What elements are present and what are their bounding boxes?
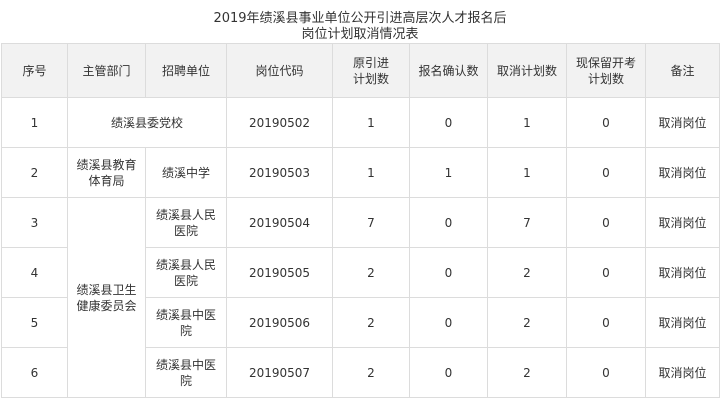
cell-plan: 1 bbox=[332, 97, 410, 148]
cell-seq: 6 bbox=[1, 347, 68, 398]
cell-remark: 取消岗位 bbox=[645, 97, 720, 148]
cell-cancelled: 2 bbox=[487, 347, 567, 398]
cancellation-table: 序号 主管部门 招聘单位 岗位代码 原引进 计划数 报名确认数 取消计划数 现保… bbox=[1, 43, 720, 398]
cell-seq: 2 bbox=[1, 147, 68, 198]
cell-code: 20190504 bbox=[226, 197, 333, 248]
cell-confirmed: 0 bbox=[409, 97, 488, 148]
cell-unit: 绩溪县人民 医院 bbox=[145, 197, 227, 248]
cell-plan: 2 bbox=[332, 247, 410, 298]
title-line-2: 岗位计划取消情况表 bbox=[301, 27, 419, 42]
cell-retained: 0 bbox=[566, 297, 646, 348]
header-retained: 现保留开考 计划数 bbox=[566, 43, 646, 98]
cell-retained: 0 bbox=[566, 97, 646, 148]
cell-code: 20190506 bbox=[226, 297, 333, 348]
header-plan: 原引进 计划数 bbox=[332, 43, 410, 98]
cell-unit: 绩溪县中医 院 bbox=[145, 297, 227, 348]
header-code: 岗位代码 bbox=[226, 43, 333, 98]
cell-seq: 1 bbox=[1, 97, 68, 148]
cell-remark: 取消岗位 bbox=[645, 297, 720, 348]
cell-remark: 取消岗位 bbox=[645, 247, 720, 298]
cell-cancelled: 2 bbox=[487, 247, 567, 298]
cell-plan: 7 bbox=[332, 197, 410, 248]
cell-retained: 0 bbox=[566, 147, 646, 198]
cell-code: 20190507 bbox=[226, 347, 333, 398]
cell-remark: 取消岗位 bbox=[645, 197, 720, 248]
cell-seq: 3 bbox=[1, 197, 68, 248]
cell-remark: 取消岗位 bbox=[645, 347, 720, 398]
cell-confirmed: 0 bbox=[409, 247, 488, 298]
header-unit: 招聘单位 bbox=[145, 43, 227, 98]
cell-retained: 0 bbox=[566, 247, 646, 298]
cell-confirmed: 0 bbox=[409, 297, 488, 348]
cell-seq: 5 bbox=[1, 297, 68, 348]
cell-seq: 4 bbox=[1, 247, 68, 298]
cell-dept: 绩溪县教育 体育局 bbox=[67, 147, 146, 198]
cell-dept: 绩溪县卫生 健康委员会 bbox=[67, 197, 146, 398]
header-row: 序号 主管部门 招聘单位 岗位代码 原引进 计划数 报名确认数 取消计划数 现保… bbox=[1, 43, 720, 98]
cell-unit: 绩溪县中医 院 bbox=[145, 347, 227, 398]
table-row: 3 绩溪县卫生 健康委员会 绩溪县人民 医院 20190504 7 0 7 0 … bbox=[1, 197, 720, 398]
cell-cancelled: 1 bbox=[487, 97, 567, 148]
table-title: 2019年绩溪县事业单位公开引进高层次人才报名后 岗位计划取消情况表 bbox=[0, 0, 720, 43]
cell-plan: 2 bbox=[332, 347, 410, 398]
cell-retained: 0 bbox=[566, 197, 646, 248]
cell-plan: 2 bbox=[332, 297, 410, 348]
cell-code: 20190502 bbox=[226, 97, 333, 148]
cell-retained: 0 bbox=[566, 347, 646, 398]
cell-code: 20190505 bbox=[226, 247, 333, 298]
header-remark: 备注 bbox=[645, 43, 720, 98]
header-confirmed: 报名确认数 bbox=[409, 43, 488, 98]
cell-confirmed: 0 bbox=[409, 347, 488, 398]
cell-remark: 取消岗位 bbox=[645, 147, 720, 198]
cell-unit: 绩溪中学 bbox=[145, 147, 227, 198]
cell-confirmed: 0 bbox=[409, 197, 488, 248]
cell-code: 20190503 bbox=[226, 147, 333, 198]
header-cancelled: 取消计划数 bbox=[487, 43, 567, 98]
title-line-1: 2019年绩溪县事业单位公开引进高层次人才报名后 bbox=[213, 11, 507, 26]
table-row: 2 绩溪县教育 体育局 绩溪中学 20190503 1 1 1 0 取消岗位 bbox=[1, 147, 720, 198]
cell-cancelled: 2 bbox=[487, 297, 567, 348]
cell-unit: 绩溪县人民 医院 bbox=[145, 247, 227, 298]
cell-cancelled: 7 bbox=[487, 197, 567, 248]
cell-confirmed: 1 bbox=[409, 147, 488, 198]
cell-cancelled: 1 bbox=[487, 147, 567, 198]
header-seq: 序号 bbox=[1, 43, 68, 98]
cell-dept-unit: 绩溪县委党校 bbox=[67, 97, 227, 148]
table-row: 1 绩溪县委党校 20190502 1 0 1 0 取消岗位 bbox=[1, 97, 720, 148]
cell-plan: 1 bbox=[332, 147, 410, 198]
header-dept: 主管部门 bbox=[67, 43, 146, 98]
